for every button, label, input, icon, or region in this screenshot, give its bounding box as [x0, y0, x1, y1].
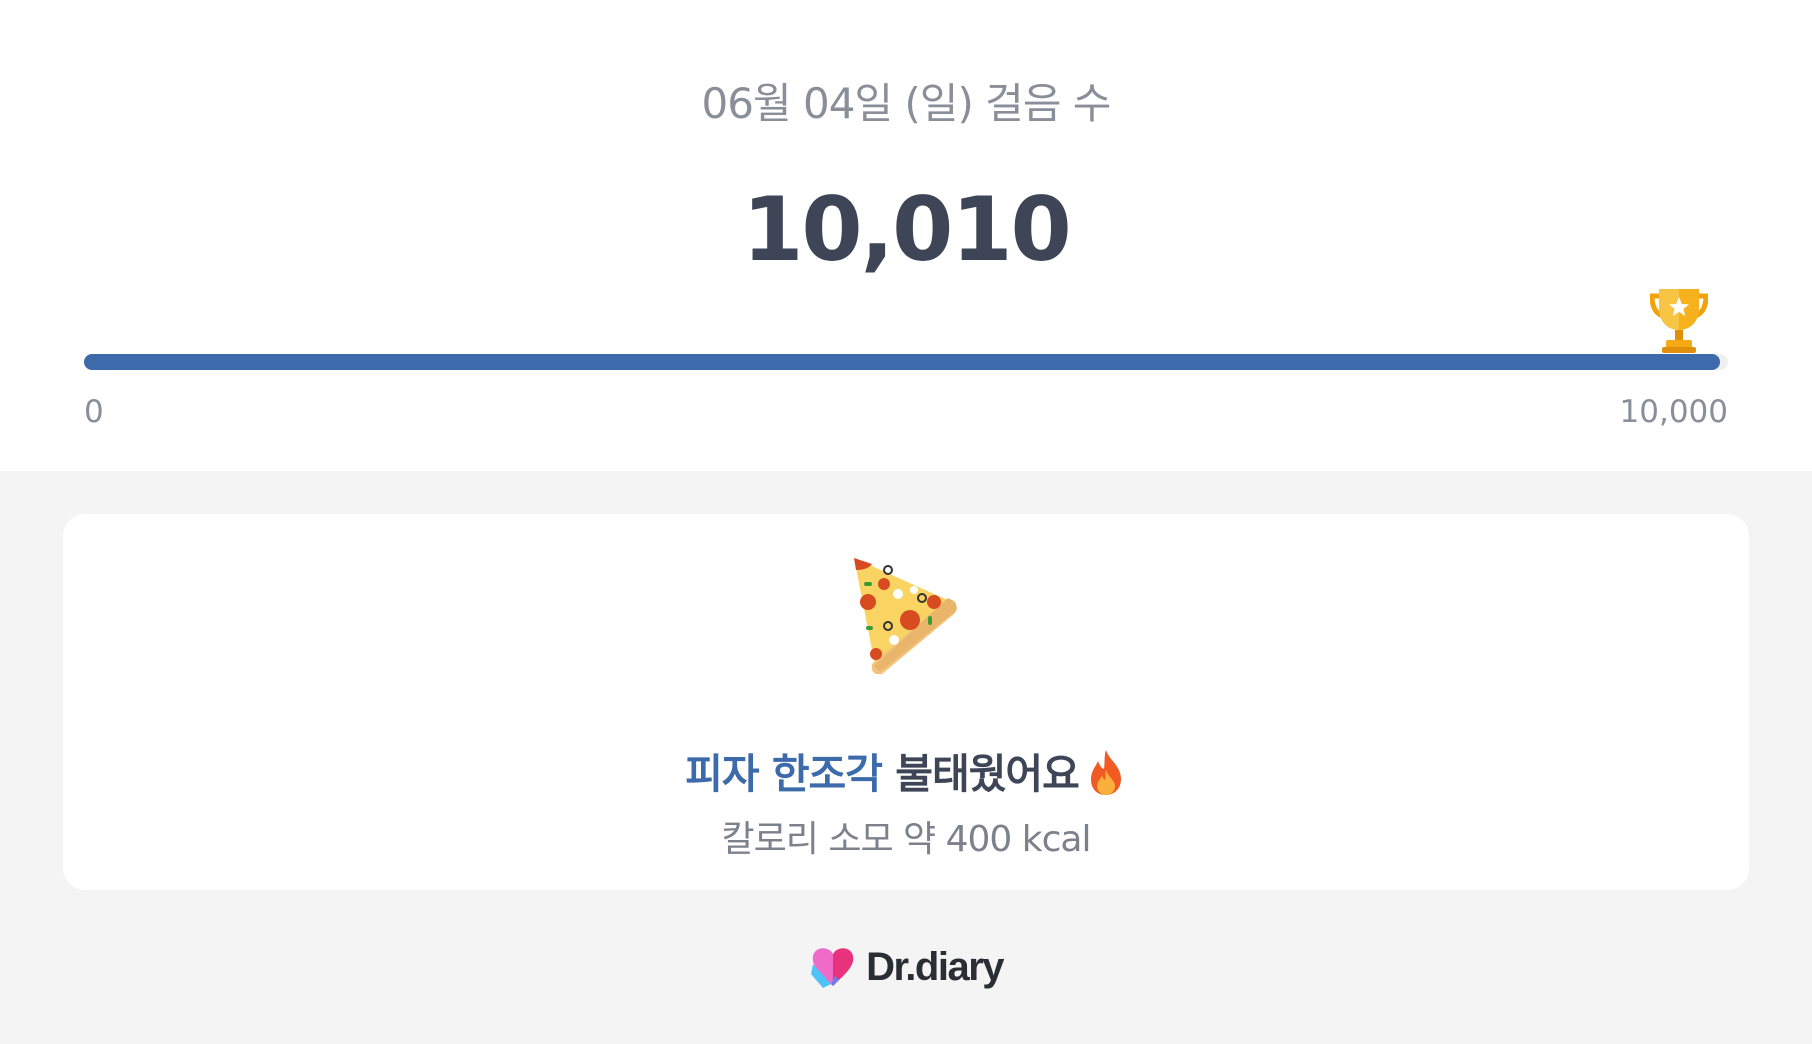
date-title: 06월 04일 (일) 걸음 수 [701, 79, 1112, 128]
burned-text: 불태웠어요 [882, 750, 1080, 798]
progress-max-label: 10,000 [1619, 394, 1728, 430]
calorie-text: 칼로리 소모 약 400 kcal [721, 819, 1092, 860]
progress-min-label: 0 [84, 394, 104, 430]
trophy-icon [1650, 289, 1708, 353]
fire-icon [1090, 750, 1121, 795]
steps-panel: 06월 04일 (일) 걸음 수 10,010 0 10,000 [0, 0, 1812, 471]
brand-footer: Dr.diary [0, 944, 1812, 990]
steps-progress-bar [84, 354, 1728, 370]
calorie-summary-card: 피자 한조각 불태웠어요 칼로리 소모 약 400 kcal [63, 514, 1749, 890]
food-name: 피자 한조각 [685, 750, 883, 798]
brand-name: Dr.diary [866, 944, 1004, 989]
heart-logo-icon [810, 948, 854, 988]
steps-progress-fill [84, 354, 1720, 370]
pizza-slice-icon [854, 558, 957, 674]
step-count: 10,010 [742, 178, 1072, 281]
burned-food-headline: 피자 한조각 불태웠어요 [63, 740, 1749, 800]
